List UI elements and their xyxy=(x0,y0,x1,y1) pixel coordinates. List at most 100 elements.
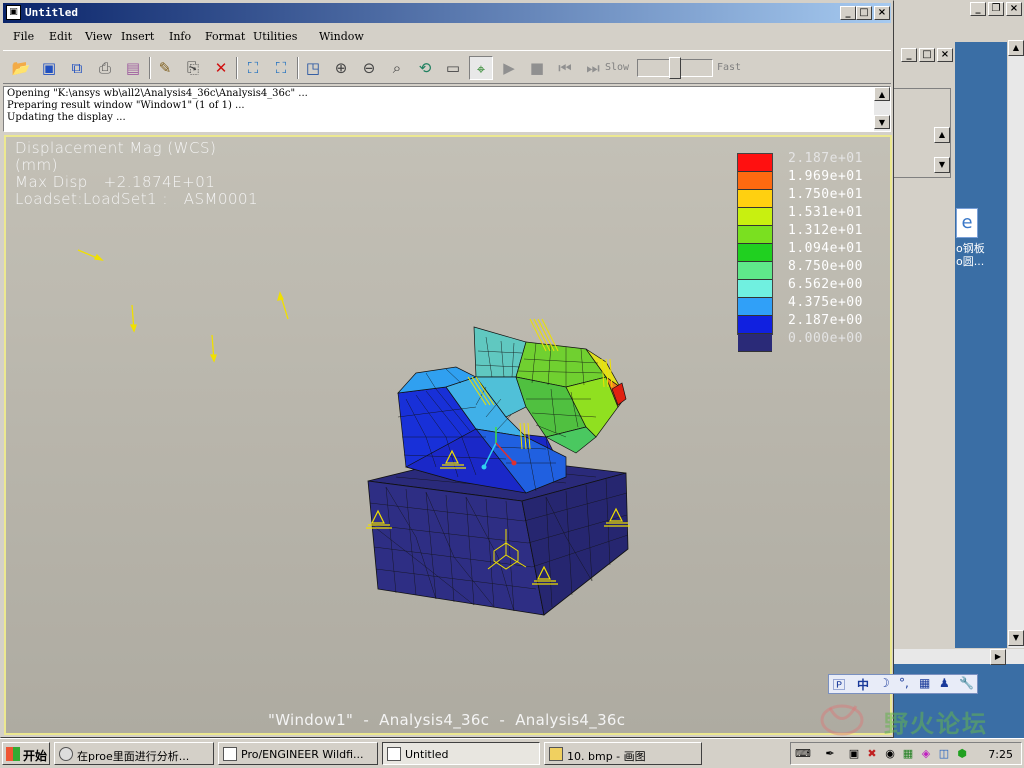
scroll-down-arrow[interactable]: ▼ xyxy=(1008,630,1024,646)
volume-icon[interactable]: ◉ xyxy=(883,747,897,761)
vertical-scrollbar[interactable]: ▲ ▼ xyxy=(1007,40,1024,648)
close-button[interactable]: × xyxy=(1006,2,1022,16)
zoom-out-icon[interactable]: ⊖ xyxy=(357,56,381,80)
message-scroll-down[interactable]: ▼ xyxy=(874,115,890,129)
background-window-content xyxy=(955,42,1007,648)
message-area[interactable]: Opening "K:\ansys wb\all2\Analysis4_36c\… xyxy=(3,86,891,132)
watermark-text: 野火论坛 xyxy=(884,710,988,738)
menu-bar: File Edit View Insert Info Format Utilit… xyxy=(3,26,891,48)
desktop-icon-label-line1: o钢板 xyxy=(956,242,985,255)
watermark: 野火论坛 xyxy=(812,700,1024,738)
menu-info[interactable]: Info xyxy=(169,30,191,43)
fea-model xyxy=(77,249,630,616)
ime-halfwidth-icon[interactable]: ☽ xyxy=(879,676,890,690)
app-tray-icon[interactable]: ▦ xyxy=(901,747,915,761)
taskbar-item[interactable]: 10. bmp - 画图 xyxy=(544,742,702,765)
orient-icon[interactable]: ⟲ xyxy=(413,56,437,80)
speed-slow-label: Slow xyxy=(605,62,630,73)
zoom-in-icon[interactable]: ⊕ xyxy=(329,56,353,80)
message-scroll-up[interactable]: ▲ xyxy=(874,87,890,101)
first-frame-icon[interactable]: ⏮ xyxy=(553,56,577,80)
taskbar-item-label: 10. bmp - 画图 xyxy=(567,750,646,763)
open-folder-icon[interactable]: 📂 xyxy=(9,56,33,80)
title-bar[interactable]: ▣ Untitled _ □ × xyxy=(3,3,891,23)
panel-scroll-down[interactable]: ▼ xyxy=(934,157,950,173)
ime-punctuation-icon[interactable]: °, xyxy=(899,676,909,690)
speed-fast-label: Fast xyxy=(717,62,742,73)
paint-icon xyxy=(549,747,563,761)
background-window-titlebar: _ ❐ × xyxy=(893,0,1024,18)
menu-insert[interactable]: Insert xyxy=(121,30,154,43)
inner-minimize-button[interactable]: _ xyxy=(901,48,917,62)
menu-format[interactable]: Format xyxy=(205,30,245,43)
graphics-viewport[interactable]: Displacement Mag (WCS) (mm) Max Disp +2.… xyxy=(4,135,892,735)
taskbar-item-label: Untitled xyxy=(405,748,449,761)
desktop-icon-label-line2: o圆... xyxy=(956,255,985,268)
app-tray-icon[interactable]: ◫ xyxy=(937,747,951,761)
keyboard-icon[interactable]: ⌨ xyxy=(795,747,811,761)
menu-file[interactable]: File xyxy=(13,30,34,43)
message-line: Updating the display ... xyxy=(7,112,126,123)
taskbar-item[interactable]: Pro/ENGINEER Wildfi... xyxy=(218,742,378,765)
copy-icon[interactable]: ⎘ xyxy=(181,56,205,80)
toolbar: 📂 ▣ ⧉ ⎙ ▤ ✎ ⎘ ✕ ⛶ ⛶ ◳ ⊕ ⊖ ⌕ ⟲ ▭ ⌖ ▶ ■ ⏮ … xyxy=(3,50,891,84)
save-icon[interactable]: ▣ xyxy=(37,56,61,80)
show-result-icon[interactable]: ⛶ xyxy=(241,56,265,80)
menu-edit[interactable]: Edit xyxy=(49,30,72,43)
app-tray-icon[interactable]: ⬢ xyxy=(955,747,969,761)
ime-toolbar[interactable]: 🄿 中 ☽ °, ▦ ♟ 🔧 xyxy=(828,674,978,694)
load-arrows xyxy=(77,249,289,363)
edit-icon[interactable]: ✎ xyxy=(153,56,177,80)
pen-icon[interactable]: ✒ xyxy=(823,747,837,761)
minimize-button[interactable]: _ xyxy=(840,6,856,20)
message-scrollbar[interactable]: ▲ ▼ xyxy=(874,87,890,131)
ime-user-icon[interactable]: ♟ xyxy=(939,676,950,690)
browser-icon xyxy=(59,747,73,761)
scroll-right-arrow[interactable]: ▶ xyxy=(990,649,1006,665)
taskbar-item-active[interactable]: Untitled xyxy=(382,742,540,765)
menu-view[interactable]: View xyxy=(85,30,112,43)
last-frame-icon[interactable]: ⏭ xyxy=(581,56,605,80)
play-icon[interactable]: ▶ xyxy=(497,56,521,80)
app-window-icon xyxy=(387,747,401,761)
copy-image-icon[interactable]: ▤ xyxy=(121,56,145,80)
system-tray: ⌨ ✒ ▣ ✖ ◉ ▦ ◈ ◫ ⬢ 7:25 xyxy=(790,742,1022,765)
security-icon[interactable]: ✖ xyxy=(865,747,879,761)
ime-logo-icon[interactable]: 🄿 xyxy=(833,676,845,693)
menu-window[interactable]: Window xyxy=(319,30,364,43)
network-icon[interactable]: ▣ xyxy=(847,747,861,761)
ime-chinese-mode[interactable]: 中 xyxy=(857,676,869,693)
ime-settings-icon[interactable]: 🔧 xyxy=(959,676,974,690)
toolbar-separator xyxy=(149,57,151,79)
message-line: Preparing result window "Window1" (1 of … xyxy=(7,100,245,111)
zoom-window-icon[interactable]: ⌕ xyxy=(385,56,409,80)
app-tray-icon[interactable]: ◈ xyxy=(919,747,933,761)
stop-icon[interactable]: ■ xyxy=(525,56,549,80)
document-icon[interactable]: e xyxy=(956,208,978,238)
print-icon[interactable]: ⎙ xyxy=(93,56,117,80)
speed-slider-thumb[interactable] xyxy=(669,57,681,79)
start-label: 开始 xyxy=(23,749,48,763)
app-icon[interactable]: ▣ xyxy=(6,5,21,20)
refit-icon[interactable]: ◳ xyxy=(301,56,325,80)
save-all-icon[interactable]: ⧉ xyxy=(65,56,89,80)
maximize-button[interactable]: □ xyxy=(856,6,872,20)
inner-restore-button[interactable]: □ xyxy=(919,48,935,62)
horizontal-scrollbar[interactable]: ▶ xyxy=(893,648,1024,665)
delete-icon[interactable]: ✕ xyxy=(209,56,233,80)
animate-icon[interactable]: ⌖ xyxy=(469,56,493,80)
minimize-button[interactable]: _ xyxy=(970,2,986,16)
start-button[interactable]: 开始 xyxy=(2,742,50,765)
scroll-up-arrow[interactable]: ▲ xyxy=(1008,40,1024,56)
close-button[interactable]: × xyxy=(874,6,890,20)
panel-scroll-up[interactable]: ▲ xyxy=(934,127,950,143)
hide-result-icon[interactable]: ⛶ xyxy=(269,56,293,80)
taskbar-item[interactable]: 在proe里面进行分析... xyxy=(54,742,214,765)
view-mode-icon[interactable]: ▭ xyxy=(441,56,465,80)
deformed-part xyxy=(397,326,627,494)
menu-utilities[interactable]: Utilities xyxy=(253,30,297,43)
restore-button[interactable]: ❐ xyxy=(988,2,1004,16)
inner-close-button[interactable]: × xyxy=(937,48,953,62)
ime-keyboard-icon[interactable]: ▦ xyxy=(919,676,930,690)
main-window: ▣ Untitled _ □ × File Edit View Insert I… xyxy=(0,0,894,738)
